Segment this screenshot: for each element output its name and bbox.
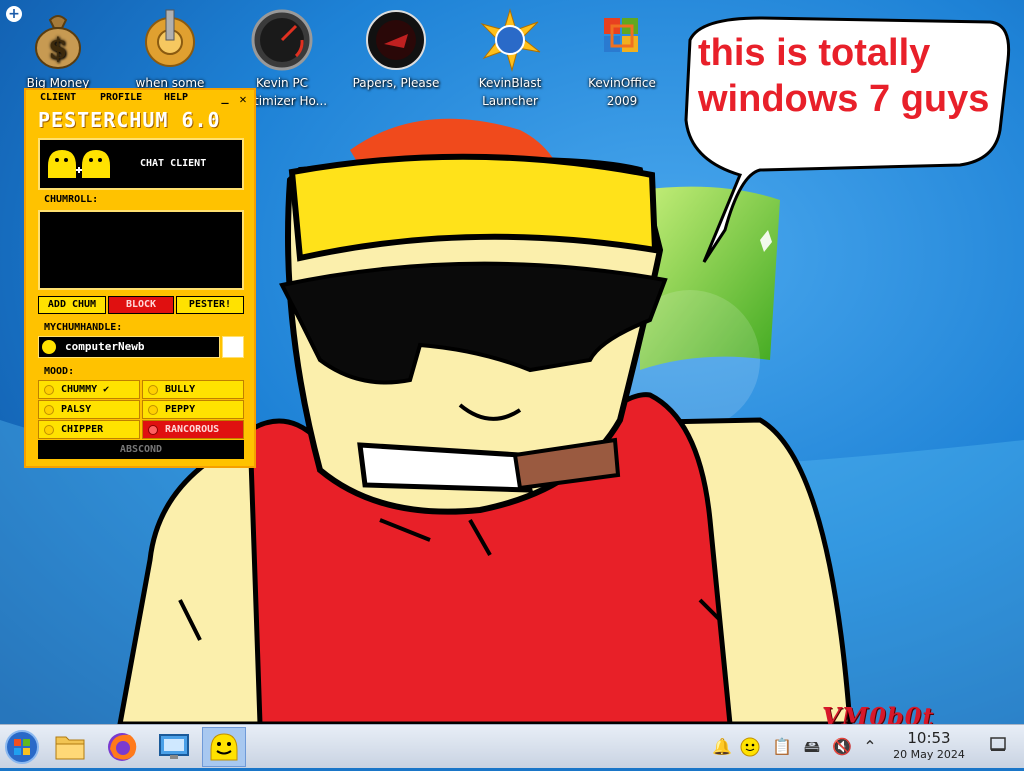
desktop-icon-when-some[interactable]: when some — [120, 8, 220, 92]
clock-date: 20 May 2024 — [893, 748, 965, 761]
papers-please-icon — [366, 10, 426, 70]
desktop-icon-label: KevinBlast Launcher — [478, 76, 542, 108]
desktop-icon-label: Papers, Please — [352, 76, 440, 90]
taskbar: 🔔 📋 🖴 🔇 ⌃ 10:53 20 May 2024 — [0, 724, 1024, 768]
menu-profile[interactable]: PROFILE — [100, 92, 142, 103]
firefox-icon — [108, 733, 137, 761]
gear-icon — [145, 9, 195, 67]
bully-face-icon — [148, 385, 158, 395]
remote-desktop-icon — [159, 734, 189, 759]
office-icon — [604, 18, 638, 52]
desktop-icon-papers-please[interactable]: Papers, Please — [346, 8, 446, 92]
speech-bubble-text: this is totally windows 7 guys — [698, 32, 990, 120]
taskbar-file-manager[interactable] — [48, 727, 92, 767]
mood-bully[interactable]: BULLY — [142, 380, 244, 399]
pesterchum-tray-icon[interactable] — [740, 737, 760, 757]
chummy-face-icon — [44, 385, 54, 395]
taskbar-firefox[interactable] — [100, 727, 144, 767]
kevinblast-icon — [480, 8, 541, 72]
desktop-icon-kevinblast[interactable]: KevinBlast Launcher — [460, 8, 560, 110]
start-orb-icon — [5, 730, 39, 764]
block-button[interactable]: BLOCK — [108, 296, 174, 314]
menu-client[interactable]: CLIENT — [40, 92, 76, 103]
notification-bell-icon[interactable]: 🔔 — [712, 737, 732, 757]
taskbar-pesterchum[interactable] — [202, 727, 246, 767]
handle-color-picker[interactable] — [222, 336, 244, 358]
desktop-icon-big-money[interactable]: $ Big Money — [8, 8, 108, 92]
clipboard-icon[interactable]: 📋 — [772, 737, 792, 757]
chumroll-label: CHUMROLL: — [44, 194, 99, 205]
chumroll-list[interactable] — [38, 210, 244, 290]
mood-rancorous[interactable]: RANCOROUS — [142, 420, 244, 439]
mood-chipper[interactable]: CHIPPER — [38, 420, 140, 439]
start-button[interactable] — [0, 727, 44, 767]
taskbar-clock[interactable]: 10:53 20 May 2024 — [884, 729, 974, 763]
show-desktop-icon[interactable] — [988, 735, 1008, 755]
chumhandle-value: computerNewb — [65, 340, 145, 353]
chipper-face-icon — [44, 425, 54, 435]
mood-chummy[interactable]: CHUMMY ✔ — [38, 380, 140, 399]
file-manager-icon — [55, 736, 85, 760]
abscond-button[interactable]: ABSCOND — [38, 440, 244, 459]
mood-palsy[interactable]: PALSY — [38, 400, 140, 419]
chummy-face-icon — [42, 340, 56, 354]
mood-peppy[interactable]: PEPPY — [142, 400, 244, 419]
desktop-icon-label: KevinOffice 2009 — [588, 76, 656, 108]
storage-icon[interactable]: 🖴 — [802, 737, 822, 757]
mychumhandle-label: MYCHUMHANDLE: — [44, 322, 123, 333]
peppy-face-icon — [148, 405, 158, 415]
close-button[interactable]: ✕ — [236, 92, 250, 106]
add-chum-button[interactable]: ADD CHUM — [38, 296, 106, 314]
pesterchum-menubar: CLIENT PROFILE HELP _ ✕ — [32, 90, 252, 106]
mood-label: MOOD: — [44, 366, 75, 377]
svg-text:$: $ — [48, 32, 67, 65]
taskbar-remote-desktop[interactable] — [152, 727, 196, 767]
pesterchum-icon — [210, 733, 238, 761]
desktop-icon-kevinoffice[interactable]: KevinOffice 2009 — [572, 8, 672, 110]
pesterchum-window[interactable]: CLIENT PROFILE HELP _ ✕ PESTERCHUM 6.0 C… — [24, 88, 256, 468]
pesterchum-logo-icon — [48, 150, 110, 178]
pester-button[interactable]: PESTER! — [176, 296, 244, 314]
chumhandle-field[interactable]: computerNewb — [38, 336, 220, 358]
volume-muted-icon[interactable]: 🔇 — [832, 737, 852, 757]
banner-text: CHAT CLIENT — [140, 158, 207, 169]
clock-time: 10:53 — [907, 729, 951, 747]
money-bag-icon: $ — [35, 15, 81, 69]
palsy-face-icon — [44, 405, 54, 415]
pesterchum-title: PESTERCHUM 6.0 — [38, 108, 221, 132]
speedometer-icon — [251, 9, 313, 71]
chevron-up-icon[interactable]: ⌃ — [860, 737, 880, 757]
menu-help[interactable]: HELP — [164, 92, 188, 103]
rancorous-face-icon — [148, 425, 158, 435]
pesterchum-banner: CHAT CLIENT — [38, 138, 244, 190]
minimize-button[interactable]: _ — [218, 90, 232, 104]
